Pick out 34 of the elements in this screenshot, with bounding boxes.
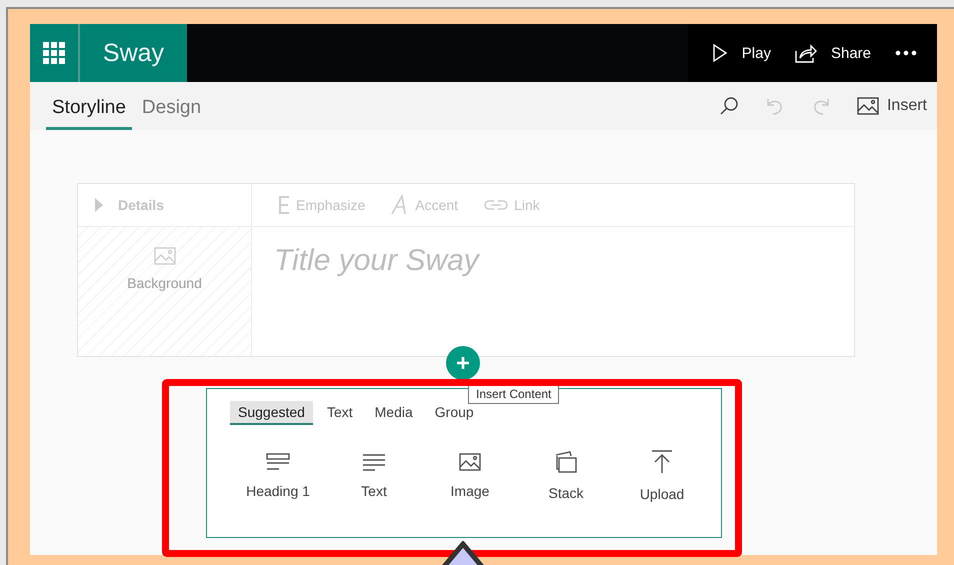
tab[interactable]: Media [366,401,421,425]
more-icon [895,50,917,56]
insert-button[interactable]: Insert [846,86,937,126]
undo-icon [764,96,785,116]
stack-icon [554,451,578,473]
letter-e-icon [278,196,290,214]
tab[interactable]: Suggested [230,401,313,425]
app-launcher-button[interactable] [30,24,80,82]
heading-tile[interactable]: Heading 1 [230,437,326,515]
upload-icon [651,450,673,474]
image-icon [154,247,176,265]
image-tile[interactable]: Image [422,437,518,515]
grid-icon [43,42,65,64]
play-button[interactable]: Play [700,24,783,82]
play-icon [712,43,728,63]
plus-icon [456,356,470,370]
search-icon [718,96,739,116]
heading-icon [266,453,290,471]
upload-tile[interactable]: Upload [614,437,710,515]
text-lines-icon [362,453,386,471]
image-icon [856,97,879,115]
app-name[interactable]: Sway [80,24,187,82]
tab[interactable]: Group [426,401,482,425]
tab[interactable]: Storyline [46,82,132,130]
expand-arrow-icon [94,197,104,213]
share-icon [794,43,817,63]
tab[interactable]: Design [136,82,208,130]
link-icon [484,198,508,212]
share-button[interactable]: Share [782,24,883,82]
tab[interactable]: Text [318,401,361,425]
image-icon [459,453,481,471]
title-field[interactable]: Title your Sway [272,241,834,281]
stack-tile[interactable]: Stack [518,437,614,515]
text-tile[interactable]: Text [326,437,422,515]
